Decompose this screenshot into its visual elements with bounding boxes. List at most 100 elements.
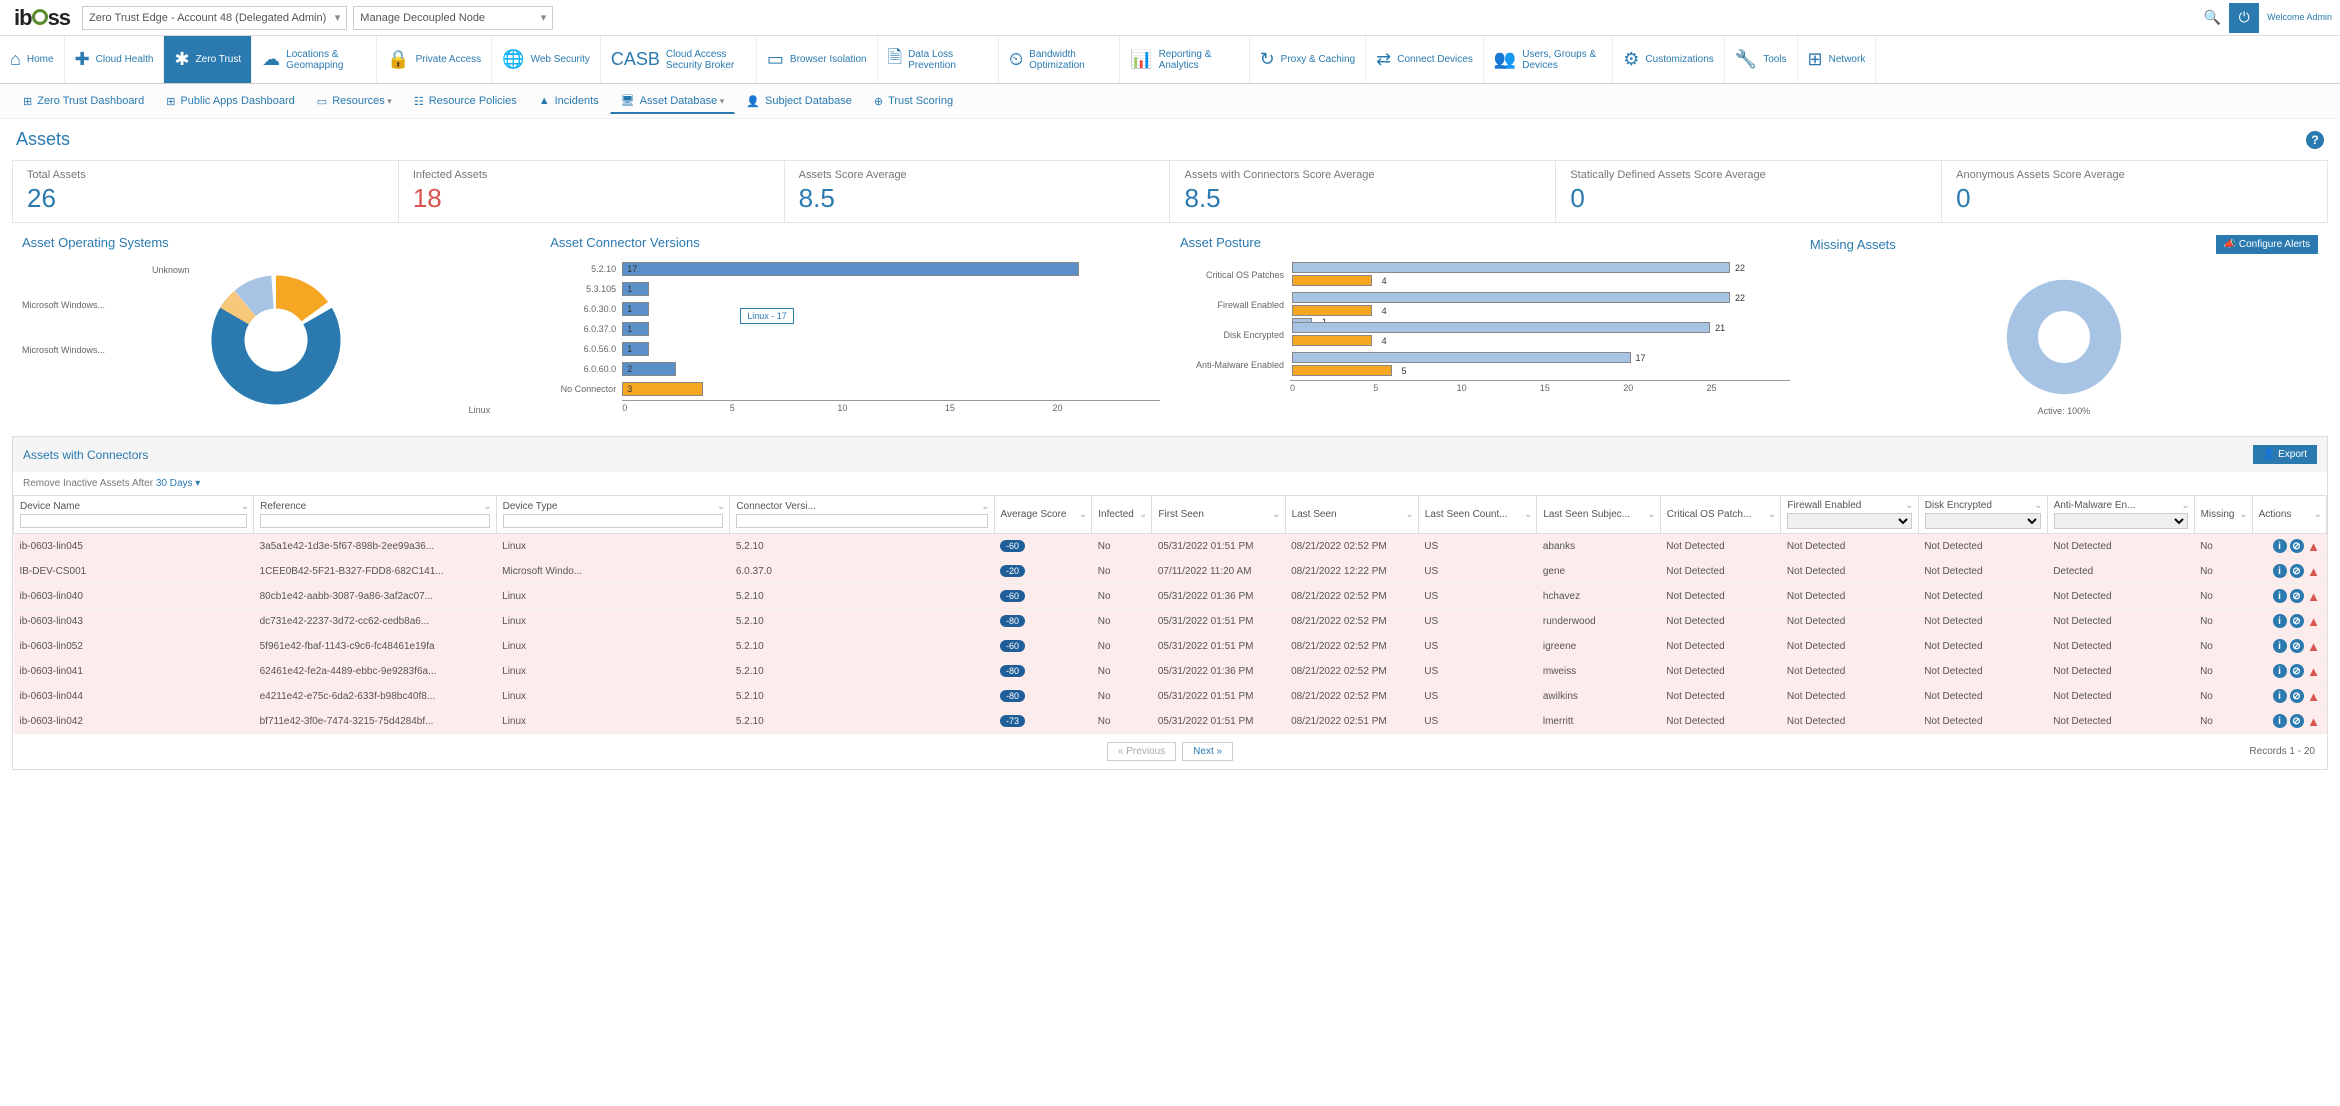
- col-actions[interactable]: Actions: [2252, 496, 2326, 534]
- prev-button[interactable]: « Previous: [1107, 742, 1176, 761]
- power-button[interactable]: ⏻: [2229, 3, 2259, 33]
- nav-cloud-access-security-broker[interactable]: CASBCloud Access Security Broker: [601, 36, 757, 83]
- help-icon[interactable]: ?: [2306, 131, 2324, 149]
- col-device-type[interactable]: Device Type: [496, 496, 730, 534]
- block-icon[interactable]: ⊘: [2290, 689, 2304, 703]
- col-reference[interactable]: Reference: [254, 496, 497, 534]
- warn-icon[interactable]: ▲: [2307, 689, 2321, 703]
- col-filter[interactable]: [2054, 513, 2188, 529]
- nav-icon: ⚙: [1623, 49, 1639, 70]
- bar-label: 6.0.60.0: [550, 364, 622, 374]
- table-row[interactable]: IB-DEV-CS0011CEE0B42-5F21-B327-FDD8-682C…: [14, 559, 2327, 584]
- nav-web-security[interactable]: 🌐Web Security: [492, 36, 601, 83]
- col-filter[interactable]: [503, 514, 724, 528]
- col-disk-encrypted[interactable]: Disk Encrypted: [1918, 496, 2047, 534]
- os-label-win1: Microsoft Windows...: [22, 300, 105, 310]
- col-label: Actions: [2259, 509, 2292, 520]
- table-row[interactable]: ib-0603-lin04162461e42-fe2a-4489-ebbc-9e…: [14, 659, 2327, 684]
- warn-icon[interactable]: ▲: [2307, 589, 2321, 603]
- col-first-seen[interactable]: First Seen: [1152, 496, 1285, 534]
- nav-proxy-caching[interactable]: ↻Proxy & Caching: [1250, 36, 1367, 83]
- nav-browser-isolation[interactable]: ▭Browser Isolation: [757, 36, 878, 83]
- account-selector[interactable]: Zero Trust Edge - Account 48 (Delegated …: [82, 6, 347, 30]
- nav-network[interactable]: ⊞Network: [1798, 36, 1877, 83]
- configure-alerts-button[interactable]: 📣 Configure Alerts: [2216, 235, 2318, 254]
- nav-private-access[interactable]: 🔒Private Access: [377, 36, 492, 83]
- col-missing[interactable]: Missing: [2194, 496, 2252, 534]
- block-icon[interactable]: ⊘: [2290, 639, 2304, 653]
- nav-home[interactable]: ⌂Home: [0, 36, 65, 83]
- nav-connect-devices[interactable]: ⇄Connect Devices: [1366, 36, 1484, 83]
- warn-icon[interactable]: ▲: [2307, 564, 2321, 578]
- col-filter[interactable]: [260, 514, 490, 528]
- info-icon[interactable]: i: [2273, 614, 2287, 628]
- score-badge: -60: [1000, 640, 1025, 652]
- stat-card: Assets with Connectors Score Average8.5: [1170, 161, 1556, 222]
- warn-icon[interactable]: ▲: [2307, 664, 2321, 678]
- col-average-score[interactable]: Average Score: [994, 496, 1092, 534]
- subnav-icon: ⊞: [166, 95, 175, 108]
- col-last-seen-subjec-[interactable]: Last Seen Subjec...: [1537, 496, 1660, 534]
- nav-bandwidth-optimization[interactable]: ⏲Bandwidth Optimization: [999, 36, 1120, 83]
- days-link[interactable]: 30 Days ▾: [156, 478, 201, 489]
- block-icon[interactable]: ⊘: [2290, 564, 2304, 578]
- subnav-resources[interactable]: ▭Resources: [306, 88, 403, 114]
- block-icon[interactable]: ⊘: [2290, 539, 2304, 553]
- subnav-subject-database[interactable]: 👤Subject Database: [735, 88, 863, 114]
- subnav-public-apps-dashboard[interactable]: ⊞Public Apps Dashboard: [155, 88, 306, 114]
- info-icon[interactable]: i: [2273, 639, 2287, 653]
- next-button[interactable]: Next »: [1182, 742, 1233, 761]
- warn-icon[interactable]: ▲: [2307, 639, 2321, 653]
- nav-data-loss-prevention[interactable]: 🗎Data Loss Prevention: [878, 36, 999, 83]
- col-connector-versi-[interactable]: Connector Versi...: [730, 496, 994, 534]
- table-row[interactable]: ib-0603-lin042bf711e42-3f0e-7474-3215-75…: [14, 709, 2327, 734]
- nav-icon: ⇄: [1376, 49, 1391, 70]
- info-icon[interactable]: i: [2273, 714, 2287, 728]
- subnav-zero-trust-dashboard[interactable]: ⊞Zero Trust Dashboard: [12, 88, 155, 114]
- nav-reporting-analytics[interactable]: 📊Reporting & Analytics: [1120, 36, 1249, 83]
- col-anti-malware-en-[interactable]: Anti-Malware En...: [2047, 496, 2194, 534]
- col-last-seen-count-[interactable]: Last Seen Count...: [1418, 496, 1537, 534]
- nav-zero-trust[interactable]: ✱Zero Trust: [164, 36, 252, 83]
- block-icon[interactable]: ⊘: [2290, 664, 2304, 678]
- info-icon[interactable]: i: [2273, 589, 2287, 603]
- table-row[interactable]: ib-0603-lin0525f961e42-fbaf-1143-c9c6-fc…: [14, 634, 2327, 659]
- block-icon[interactable]: ⊘: [2290, 614, 2304, 628]
- nav-tools[interactable]: 🔧Tools: [1725, 36, 1798, 83]
- warn-icon[interactable]: ▲: [2307, 539, 2321, 553]
- table-row[interactable]: ib-0603-lin044e4211e42-e75c-6da2-633f-b9…: [14, 684, 2327, 709]
- info-icon[interactable]: i: [2273, 564, 2287, 578]
- nav-users-groups-devices[interactable]: 👥Users, Groups & Devices: [1484, 36, 1613, 83]
- export-button[interactable]: 👤 Export: [2253, 445, 2317, 464]
- search-icon[interactable]: 🔍: [2204, 9, 2221, 26]
- table-row[interactable]: ib-0603-lin043dc731e42-2237-3d72-cc62-ce…: [14, 609, 2327, 634]
- col-infected[interactable]: Infected: [1092, 496, 1152, 534]
- col-critical-os-patch-[interactable]: Critical OS Patch...: [1660, 496, 1781, 534]
- col-device-name[interactable]: Device Name: [14, 496, 254, 534]
- subnav-asset-database[interactable]: 🖥Asset Database: [610, 88, 736, 114]
- nav-locations-geomapping[interactable]: ☁Locations & Geomapping: [252, 36, 377, 83]
- col-filter[interactable]: [1925, 513, 2041, 529]
- subnav-trust-scoring[interactable]: ⊕Trust Scoring: [863, 88, 964, 114]
- warn-icon[interactable]: ▲: [2307, 614, 2321, 628]
- block-icon[interactable]: ⊘: [2290, 714, 2304, 728]
- node-selector[interactable]: Manage Decoupled Node: [353, 6, 553, 30]
- nav-cloud-health[interactable]: ✚Cloud Health: [65, 36, 165, 83]
- col-filter[interactable]: [1787, 513, 1911, 529]
- posture-bar: 4: [1292, 335, 1372, 346]
- col-filter[interactable]: [20, 514, 247, 528]
- info-icon[interactable]: i: [2273, 539, 2287, 553]
- warn-icon[interactable]: ▲: [2307, 714, 2321, 728]
- nav-label: Browser Isolation: [790, 54, 867, 65]
- info-icon[interactable]: i: [2273, 689, 2287, 703]
- table-row[interactable]: ib-0603-lin0453a5a1e42-1d3e-5f67-898b-2e…: [14, 534, 2327, 559]
- col-filter[interactable]: [736, 514, 987, 528]
- table-row[interactable]: ib-0603-lin04080cb1e42-aabb-3087-9a86-3a…: [14, 584, 2327, 609]
- col-firewall-enabled[interactable]: Firewall Enabled: [1781, 496, 1918, 534]
- subnav-incidents[interactable]: ▲Incidents: [528, 88, 610, 114]
- subnav-resource-policies[interactable]: ☷Resource Policies: [403, 88, 528, 114]
- block-icon[interactable]: ⊘: [2290, 589, 2304, 603]
- nav-customizations[interactable]: ⚙Customizations: [1613, 36, 1725, 83]
- info-icon[interactable]: i: [2273, 664, 2287, 678]
- col-last-seen[interactable]: Last Seen: [1285, 496, 1418, 534]
